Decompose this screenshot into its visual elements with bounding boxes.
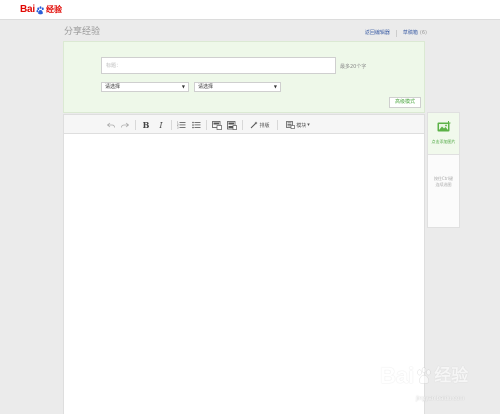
baidu-jingyan-watermark: Bai 经验 xyxy=(380,364,468,388)
undo-icon[interactable] xyxy=(106,120,116,130)
watermark-url: jingyan.baidu.com xyxy=(416,396,465,402)
advanced-mode-button[interactable]: 高级模式 xyxy=(389,97,421,108)
toolbar-divider xyxy=(242,120,243,130)
title-length-hint: 最多20个字 xyxy=(340,64,367,70)
category-select-primary[interactable]: 请选择 ▼ xyxy=(101,82,189,92)
paw-icon xyxy=(36,5,45,15)
bold-button[interactable]: B xyxy=(141,120,151,130)
image-add-icon xyxy=(437,121,451,133)
title-input[interactable] xyxy=(101,57,336,74)
module-button[interactable]: 模块 ▾ xyxy=(283,120,313,130)
add-image-button[interactable]: 点击添加图片 xyxy=(428,113,459,155)
redo-icon[interactable] xyxy=(120,120,130,130)
old-editor-link[interactable]: 返回编辑器 xyxy=(365,29,390,37)
logo-jingyan-text: 经验 xyxy=(45,5,62,14)
editor-content-area[interactable] xyxy=(63,134,425,414)
insert-video-icon[interactable] xyxy=(226,120,237,130)
toolbar-divider xyxy=(277,120,278,130)
tip-line-2: 连续选图 xyxy=(435,182,452,187)
format-brush-icon xyxy=(250,121,258,129)
baidu-jingyan-logo[interactable]: Bai 经验 xyxy=(20,4,62,16)
category-select-secondary-value: 请选择 xyxy=(198,84,214,90)
drafts-count: (6) xyxy=(419,30,427,36)
category-select-secondary[interactable]: 请选择 ▼ xyxy=(194,82,281,92)
format-button[interactable]: 排版 xyxy=(248,120,272,130)
watermark-paw-icon xyxy=(415,367,433,385)
dropdown-arrow-icon: ▼ xyxy=(273,84,277,89)
image-side-panel: 点击添加图片 按住Ctrl键 连续选图 xyxy=(427,112,460,228)
editor-toolbar: B I 123 排版 模块 ▾ xyxy=(63,114,425,134)
add-image-label: 点击添加图片 xyxy=(431,139,456,144)
logo-bai-text: Bai xyxy=(20,4,35,15)
toolbar-divider xyxy=(135,120,136,130)
chevron-down-icon: ▾ xyxy=(307,122,310,128)
page-title: 分享经验 xyxy=(64,27,101,37)
dropdown-arrow-icon: ▼ xyxy=(181,84,185,89)
ordered-list-icon[interactable]: 123 xyxy=(176,120,186,130)
module-label: 模块 xyxy=(296,122,307,129)
module-icon xyxy=(286,121,296,129)
watermark-jingyan-text: 经验 xyxy=(434,366,469,386)
format-label: 排版 xyxy=(259,122,270,129)
toolbar-divider xyxy=(171,120,172,130)
category-select-primary-value: 请选择 xyxy=(105,84,121,90)
article-info-panel: 最多20个字 请选择 ▼ 请选择 ▼ 高级模式 xyxy=(63,41,425,113)
unordered-list-icon[interactable] xyxy=(191,120,201,130)
svg-text:3: 3 xyxy=(177,126,179,130)
italic-button[interactable]: I xyxy=(156,120,166,130)
top-bar: Bai 经验 xyxy=(0,0,500,20)
top-links: 返回编辑器 草稿箱 (6) xyxy=(365,29,427,37)
multi-select-tip: 按住Ctrl键 连续选图 xyxy=(430,176,457,188)
toolbar-divider xyxy=(206,120,207,130)
drafts-link[interactable]: 草稿箱 xyxy=(403,29,418,37)
watermark-bai-text: Bai xyxy=(380,363,415,388)
insert-image-icon[interactable] xyxy=(211,120,222,130)
link-divider xyxy=(395,29,397,37)
